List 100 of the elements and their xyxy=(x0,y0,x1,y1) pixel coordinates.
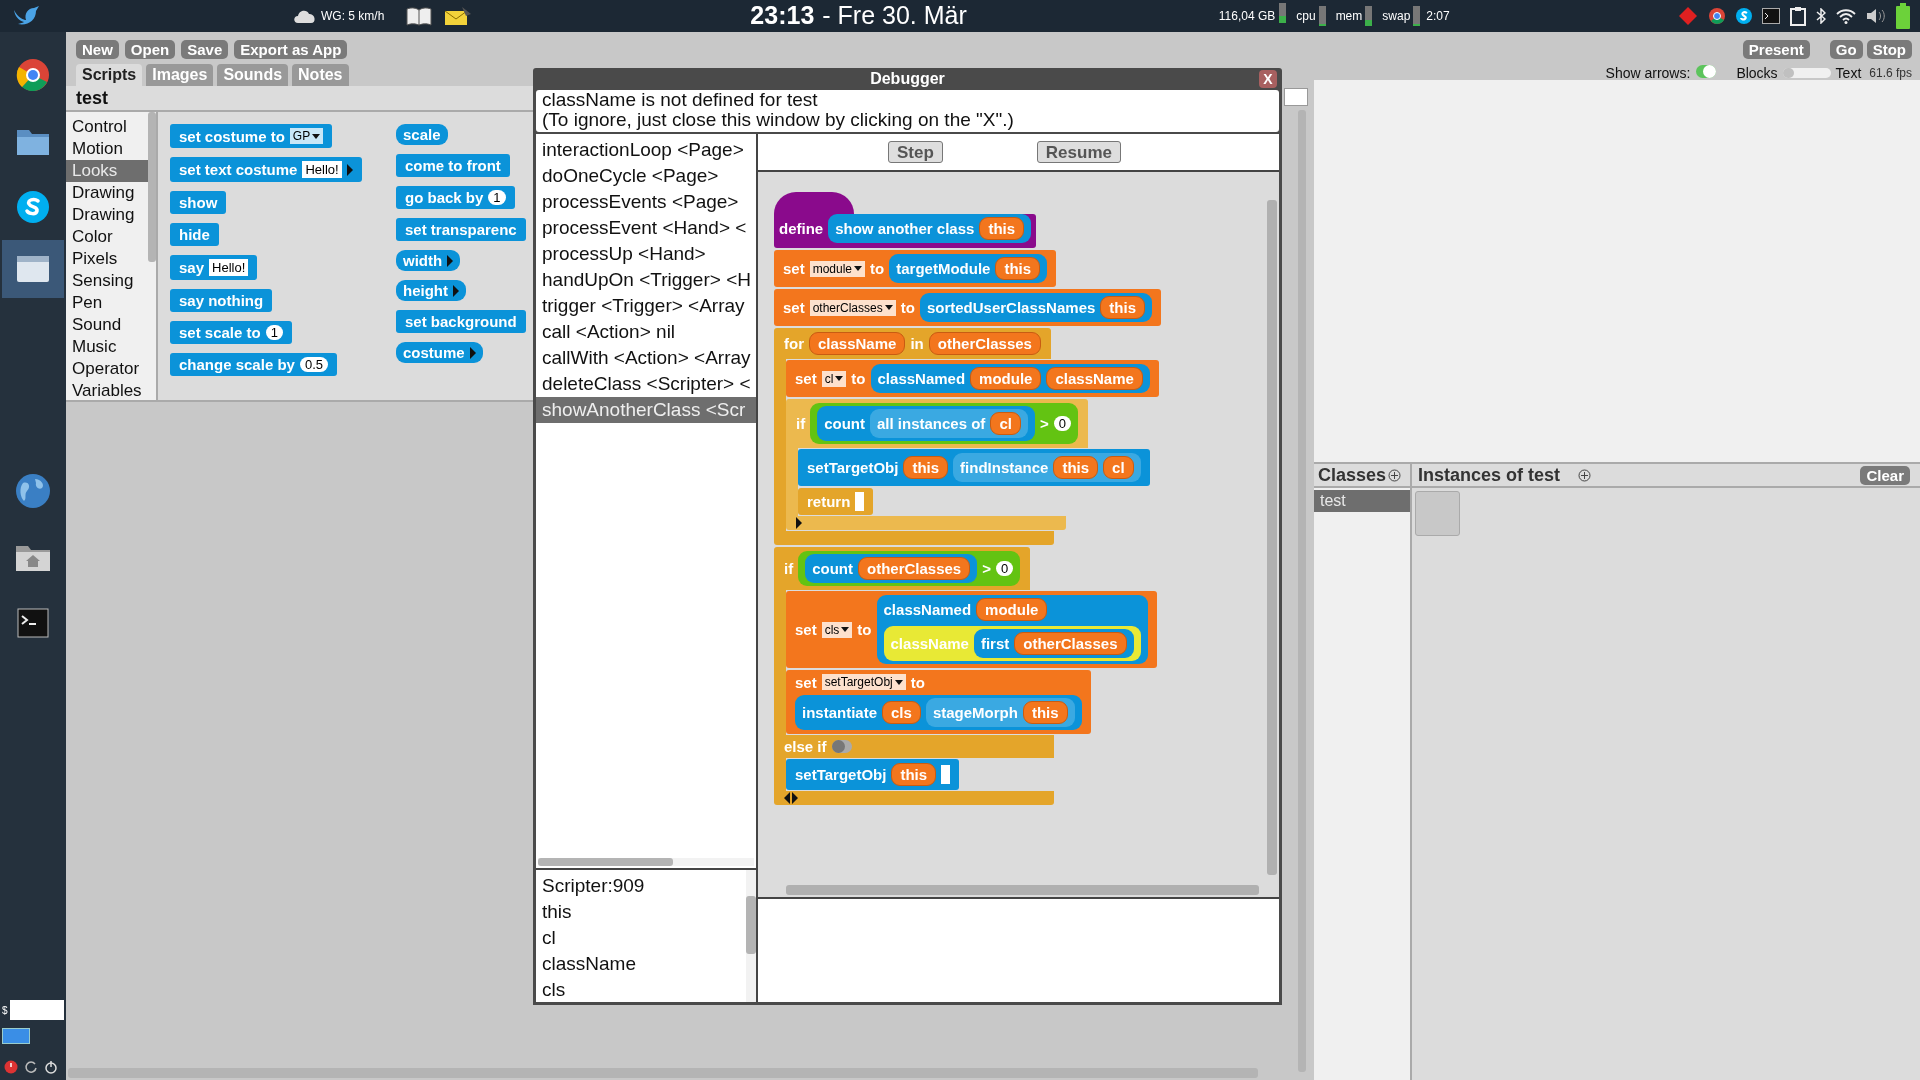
restart-icon[interactable] xyxy=(24,1060,38,1074)
browser-icon[interactable] xyxy=(16,58,50,92)
reporter-block[interactable]: count all instances of cl > 0 xyxy=(810,403,1078,444)
book-icon[interactable] xyxy=(406,6,433,26)
c-block-header[interactable]: if count otherClasses > 0 xyxy=(774,547,1031,590)
dock-item[interactable] xyxy=(2,240,64,298)
variable-reporter[interactable]: cl xyxy=(990,412,1021,435)
variable-reporter[interactable]: this xyxy=(1100,296,1145,319)
variable-reporter[interactable]: otherClasses xyxy=(858,557,971,580)
number-slot[interactable]: 1 xyxy=(265,325,283,340)
dropdown-slot[interactable]: cl xyxy=(821,370,847,387)
envelope-icon[interactable] xyxy=(444,6,473,26)
category-item[interactable]: Sound xyxy=(66,314,148,336)
step-button[interactable]: Step xyxy=(888,141,943,163)
text-slot[interactable]: Hello! xyxy=(209,259,249,276)
browser-icon[interactable] xyxy=(1708,7,1726,25)
toolbar-button[interactable]: New xyxy=(76,40,119,59)
reporter-block[interactable]: first otherClasses xyxy=(973,629,1134,658)
command-block[interactable]: set scale to 1 xyxy=(170,321,292,344)
battery-icon[interactable] xyxy=(1896,3,1910,29)
instance-thumbnail[interactable] xyxy=(1415,491,1460,536)
tab[interactable]: Notes xyxy=(292,64,349,87)
wifi-icon[interactable] xyxy=(1836,8,1856,24)
scrollbar-thumb[interactable] xyxy=(538,858,673,866)
command-block[interactable]: set costume to GP xyxy=(170,124,333,148)
run-button[interactable]: Go xyxy=(1829,40,1863,59)
present-button[interactable]: Present xyxy=(1742,40,1810,59)
reporter-block[interactable]: scale xyxy=(396,124,448,145)
reporter-block[interactable]: className first otherClasses xyxy=(883,626,1141,661)
terminal-icon[interactable] xyxy=(17,608,49,638)
toolbar-button[interactable]: Save xyxy=(181,40,229,59)
scrollbar-thumb[interactable] xyxy=(148,112,156,262)
dropdown-slot[interactable]: module xyxy=(809,260,866,277)
stack-frame[interactable]: processEvents <Page> xyxy=(536,189,756,215)
command-block[interactable]: show xyxy=(170,191,227,214)
reporter-block[interactable]: targetModule this xyxy=(889,254,1048,283)
variable-reporter[interactable]: module xyxy=(976,598,1048,621)
command-block[interactable]: set background xyxy=(396,310,526,333)
arrow-icon[interactable] xyxy=(469,346,476,359)
variable-item[interactable]: cl xyxy=(542,925,746,951)
logout-icon[interactable] xyxy=(44,1060,58,1074)
reporter-block[interactable]: classNamed module className xyxy=(870,364,1150,393)
command-block[interactable]: set cl to classNamed module className xyxy=(786,360,1159,397)
variable-reporter[interactable]: cl xyxy=(1103,456,1134,479)
diamond-icon[interactable] xyxy=(1678,6,1698,26)
reporter-block[interactable]: findInstance this cl xyxy=(953,453,1141,482)
variable-reporter[interactable]: otherClasses xyxy=(1014,632,1127,655)
arrow-icon[interactable] xyxy=(447,254,454,267)
tab[interactable]: Scripts xyxy=(76,64,143,87)
stack-frame[interactable]: deleteClass <Scripter> < xyxy=(536,371,756,397)
command-block[interactable]: set text costume Hello! xyxy=(170,157,362,182)
blocks-text-slider[interactable] xyxy=(1782,67,1831,78)
variable-reporter[interactable]: cls xyxy=(882,701,921,724)
command-block[interactable]: change scale by 0.5 xyxy=(170,353,337,376)
stack-frame[interactable]: call <Action> nil xyxy=(536,319,756,345)
arrow-icon[interactable] xyxy=(346,163,353,176)
command-block[interactable]: setTargetObj this findInstance this cl xyxy=(798,449,1150,486)
category-item[interactable]: Motion xyxy=(66,138,148,160)
variable-reporter[interactable]: className xyxy=(809,332,906,355)
dropdown-slot[interactable]: setTargetObj xyxy=(821,674,906,690)
variable-reporter[interactable]: module xyxy=(970,367,1042,390)
stack-frame[interactable]: processUp <Hand> xyxy=(536,241,756,267)
variable-reporter[interactable]: className xyxy=(1046,367,1143,390)
command-field[interactable] xyxy=(9,1000,64,1020)
command-block[interactable]: set module to targetModule this xyxy=(774,250,1057,287)
variable-item[interactable]: cls xyxy=(542,977,746,1003)
power-icon[interactable] xyxy=(4,1060,18,1074)
category-item[interactable]: Control xyxy=(66,116,148,138)
category-item[interactable]: Pixels xyxy=(66,248,148,270)
dropdown-slot[interactable]: cls xyxy=(821,621,853,638)
scrollbar-thumb[interactable] xyxy=(786,885,1259,895)
scrollbar-thumb[interactable] xyxy=(746,896,756,954)
command-block[interactable]: say Hello! xyxy=(170,255,258,280)
category-item[interactable]: Color xyxy=(66,226,148,248)
reporter-block[interactable]: height xyxy=(396,280,466,301)
stack-frame[interactable]: doOneCycle <Page> xyxy=(536,163,756,189)
c-block-header[interactable]: for className in otherClasses xyxy=(774,328,1051,359)
close-button[interactable]: X xyxy=(1259,70,1277,88)
globe-icon[interactable] xyxy=(15,473,51,509)
variable-reporter[interactable]: this xyxy=(1022,701,1068,724)
command-block[interactable]: say nothing xyxy=(170,289,273,312)
command-block[interactable]: setTargetObj this xyxy=(786,759,960,790)
command-block[interactable]: set transparenc xyxy=(396,218,526,241)
category-item[interactable]: Pen xyxy=(66,292,148,314)
clear-button[interactable]: Clear xyxy=(1860,465,1910,485)
variable-reporter[interactable]: this xyxy=(1053,456,1099,479)
resume-button[interactable]: Resume xyxy=(1036,141,1121,163)
arrows-icon[interactable] xyxy=(784,792,798,804)
arrow-icon[interactable] xyxy=(796,517,802,529)
scrollbar-thumb[interactable] xyxy=(1267,200,1277,875)
variable-item[interactable]: this xyxy=(542,899,746,925)
dropdown-slot[interactable]: GP xyxy=(289,128,324,144)
chat-icon[interactable] xyxy=(16,190,50,224)
tab[interactable]: Images xyxy=(146,64,214,87)
variable-reporter[interactable]: this xyxy=(891,763,937,786)
stack-frame[interactable]: callWith <Action> <Array xyxy=(536,345,756,371)
category-item[interactable]: Variables xyxy=(66,380,148,400)
reporter-block[interactable]: instantiate cls stageMorph this xyxy=(795,695,1082,730)
command-block[interactable]: come to front xyxy=(396,154,510,177)
toggle-switch[interactable] xyxy=(831,740,852,753)
